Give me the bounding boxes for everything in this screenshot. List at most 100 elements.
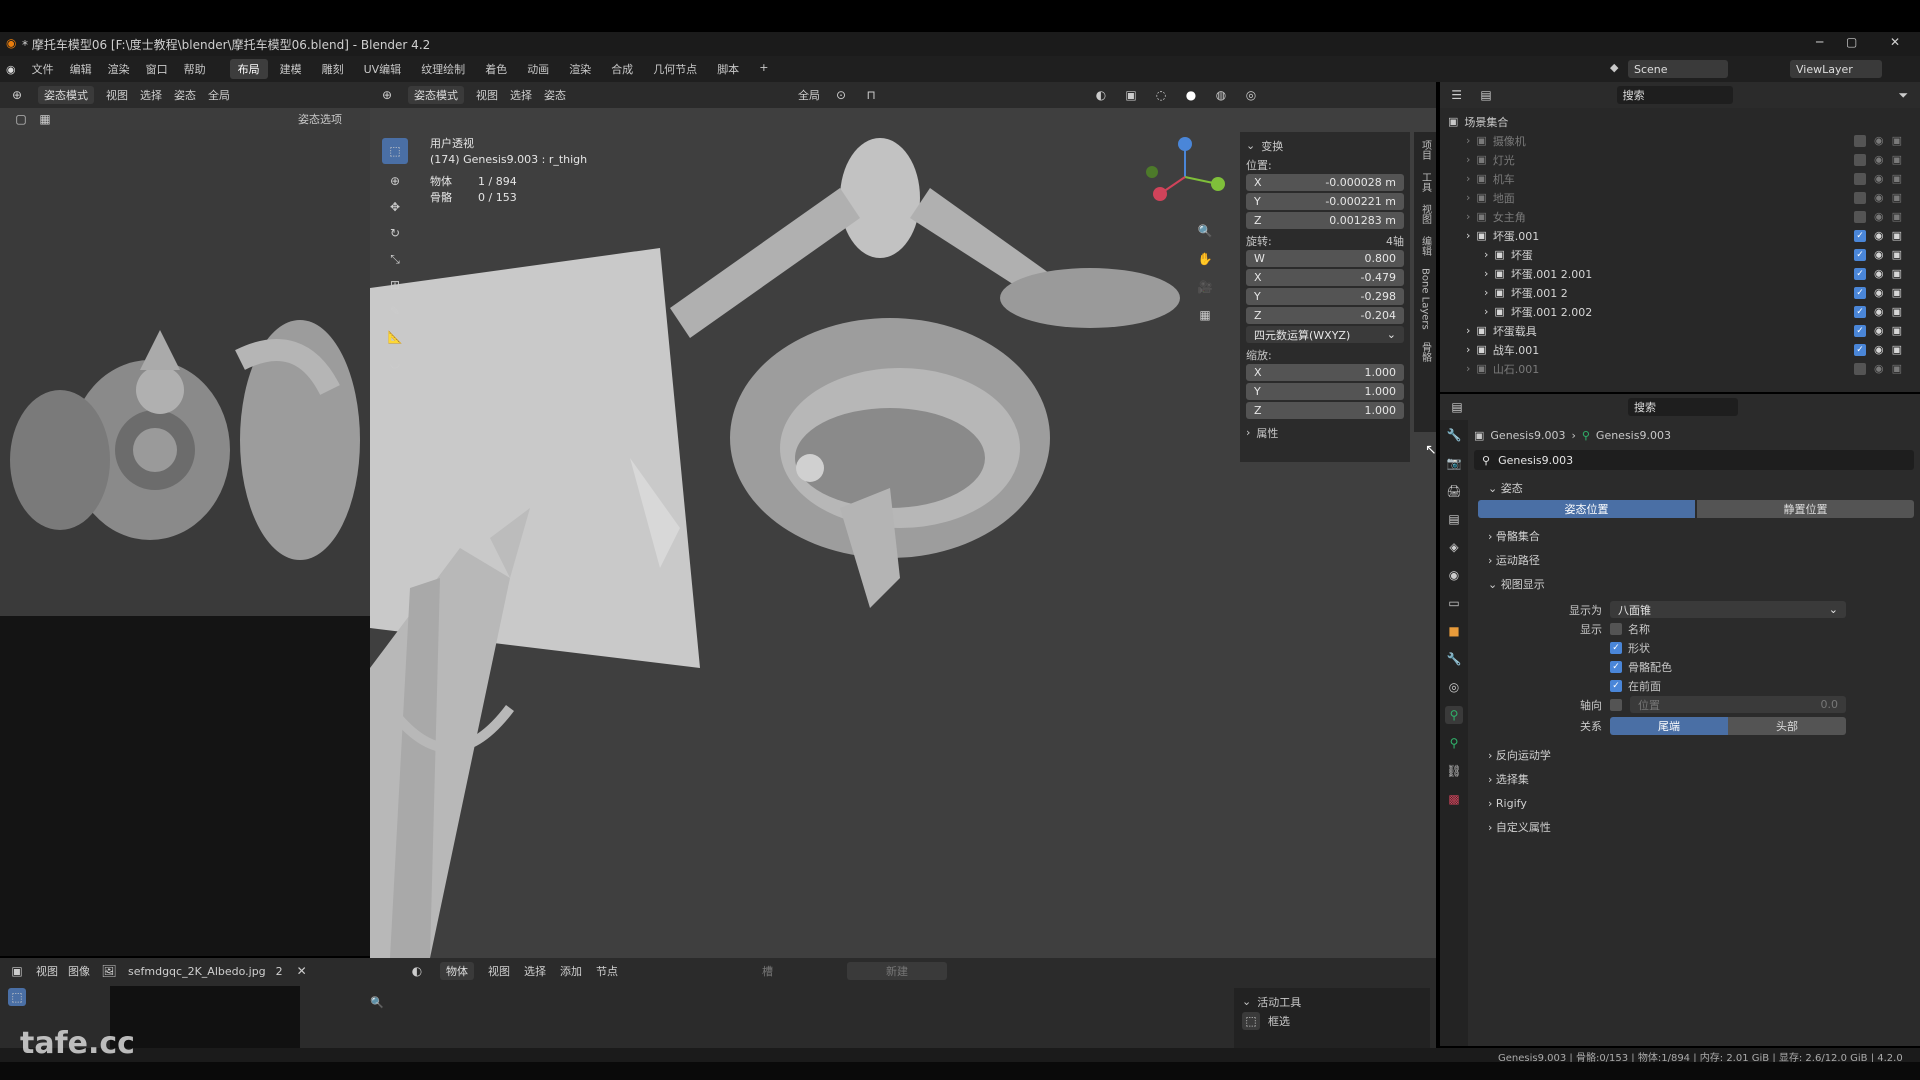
armature-tab-icon[interactable]: ⚲ <box>1445 706 1463 724</box>
custom-properties-section[interactable]: › 自定义属性 <box>1474 815 1914 839</box>
tool-tab-icon[interactable]: 🔧 <box>1445 426 1463 444</box>
image-zoom-icon[interactable]: 🔍 <box>370 996 384 1009</box>
menu-edit[interactable]: 编辑 <box>70 61 92 77</box>
transform-section-title[interactable]: 变换 <box>1261 138 1283 154</box>
pose-position-button[interactable]: 姿态位置 <box>1478 500 1695 518</box>
shading-material-icon[interactable]: ◍ <box>1212 86 1230 104</box>
expand-arrow-icon[interactable]: › <box>1484 286 1488 299</box>
shading-rendered-icon[interactable]: ◎ <box>1242 86 1260 104</box>
display-option-checkbox[interactable]: ✓ <box>1610 679 1622 692</box>
xray-icon[interactable]: ▣ <box>1122 86 1140 104</box>
eye-icon[interactable]: ◉ <box>1874 172 1884 185</box>
bone-collections-section[interactable]: › 骨骼集合 <box>1474 524 1914 548</box>
camera-render-icon[interactable]: ▣ <box>1892 248 1902 261</box>
eye-icon[interactable]: ◉ <box>1874 153 1884 166</box>
exclude-checkbox[interactable] <box>1853 362 1866 375</box>
exclude-checkbox[interactable]: ✓ <box>1853 286 1866 299</box>
exclude-checkbox[interactable] <box>1853 172 1866 185</box>
expand-arrow-icon[interactable]: › <box>1466 191 1470 204</box>
camera-render-icon[interactable]: ▣ <box>1892 153 1902 166</box>
expand-arrow-icon[interactable]: › <box>1484 267 1488 280</box>
texture-tab-icon[interactable]: ▩ <box>1445 790 1463 808</box>
outliner-row[interactable]: › ▣ 山石.001 ◉ ▣ <box>1448 359 1912 378</box>
workspace-tab-uv[interactable]: UV编辑 <box>356 59 410 79</box>
eye-icon[interactable]: ◉ <box>1874 267 1884 280</box>
outliner-row-label[interactable]: 坏蛋.001 2.002 <box>1511 304 1592 320</box>
expand-arrow-icon[interactable]: › <box>1466 210 1470 223</box>
location-x-field[interactable]: X -0.000028 m <box>1246 174 1404 191</box>
node-menu-view[interactable]: 视图 <box>488 963 510 979</box>
left-3d-viewport[interactable]: ⊕ 姿态模式 视图 选择 姿态 全局 ▢ ▦ 姿态选项 <box>0 82 370 616</box>
outliner-row[interactable]: › ▣ 摄像机 ◉ ▣ <box>1448 131 1912 150</box>
sidebar-tab-bone[interactable]: 骨骼 <box>1418 342 1433 362</box>
expand-arrow-icon[interactable]: › <box>1466 229 1470 242</box>
exclude-checkbox[interactable] <box>1853 134 1866 147</box>
chevron-right-icon[interactable]: › <box>1246 426 1250 439</box>
sidebar-tab-item[interactable]: 项目 <box>1418 140 1433 160</box>
image-filename[interactable]: sefmdgqc_2K_Albedo.jpg <box>128 965 266 978</box>
exclude-checkbox[interactable] <box>1853 210 1866 223</box>
eye-icon[interactable]: ◉ <box>1874 324 1884 337</box>
eye-icon[interactable]: ◉ <box>1874 362 1884 375</box>
scene-selector[interactable]: Scene <box>1628 60 1728 78</box>
snap-icon[interactable]: ⊓ <box>862 86 880 104</box>
outliner-row-label[interactable]: 坏蛋载具 <box>1493 323 1537 339</box>
menu-help[interactable]: 帮助 <box>184 61 206 77</box>
camera-render-icon[interactable]: ▣ <box>1892 172 1902 185</box>
exclude-checkbox[interactable] <box>1853 191 1866 204</box>
blender-menu-icon[interactable]: ◉ <box>6 63 16 76</box>
axes-position-field[interactable]: 位置 0.0 <box>1630 696 1846 713</box>
overlay-icon[interactable]: ◐ <box>1092 86 1110 104</box>
expand-arrow-icon[interactable]: › <box>1484 305 1488 318</box>
navigation-gizmo[interactable] <box>1140 132 1230 222</box>
image-close-icon[interactable]: ✕ <box>293 962 311 980</box>
workspace-tab-shading[interactable]: 着色 <box>477 59 515 79</box>
selection-sets-section[interactable]: › 选择集 <box>1474 767 1914 791</box>
view-layer-tab-icon[interactable]: ▤ <box>1445 510 1463 528</box>
eye-icon[interactable]: ◉ <box>1874 210 1884 223</box>
sidebar-tab-bone-layers[interactable]: Bone Layers <box>1420 268 1431 330</box>
exclude-checkbox[interactable]: ✓ <box>1853 343 1866 356</box>
camera-render-icon[interactable]: ▣ <box>1892 191 1902 204</box>
bone-constraint-tab-icon[interactable]: ⛓ <box>1445 762 1463 780</box>
rotation-mode-dropdown[interactable]: 四元数运算(WXYZ) ⌄ <box>1246 326 1404 343</box>
camera-render-icon[interactable]: ▣ <box>1892 286 1902 299</box>
rotation-x-field[interactable]: X -0.479 <box>1246 269 1404 286</box>
workspace-tab-rendering[interactable]: 渲染 <box>561 59 599 79</box>
expand-arrow-icon[interactable]: › <box>1466 343 1470 356</box>
sidebar-tab-view[interactable]: 视图 <box>1418 204 1433 224</box>
workspace-tab-layout[interactable]: 布局 <box>229 59 268 79</box>
measure-tool-icon[interactable]: 📐 <box>386 328 404 346</box>
left-menu-view[interactable]: 视图 <box>106 87 128 103</box>
image-browse-icon[interactable]: 🖼 <box>100 962 118 980</box>
outliner-row[interactable]: › ▣ 坏蛋.001 2 ✓ ◉ ▣ <box>1448 283 1912 302</box>
pan-hand-icon[interactable]: ✋ <box>1196 250 1214 268</box>
maximize-icon[interactable]: ▢ <box>1846 35 1857 49</box>
display-option-checkbox[interactable] <box>1610 622 1622 635</box>
close-icon[interactable]: ✕ <box>1890 35 1900 49</box>
expand-arrow-icon[interactable]: › <box>1466 172 1470 185</box>
outliner-row[interactable]: › ▣ 地面 ◉ ▣ <box>1448 188 1912 207</box>
box-select-icon[interactable]: ⬚ <box>1242 1011 1260 1030</box>
armature-datablock-field[interactable]: ⚲ Genesis9.003 <box>1474 450 1914 470</box>
shading-solid-icon[interactable]: ● <box>1182 86 1200 104</box>
main-menu-select[interactable]: 选择 <box>510 87 532 103</box>
node-menu-node[interactable]: 节点 <box>596 963 618 979</box>
rotation-z-field[interactable]: Z -0.204 <box>1246 307 1404 324</box>
camera-render-icon[interactable]: ▣ <box>1892 324 1902 337</box>
outliner-row[interactable]: › ▣ 战车.001 ✓ ◉ ▣ <box>1448 340 1912 359</box>
outliner-editor-icon[interactable]: ☰ <box>1448 86 1465 104</box>
camera-render-icon[interactable]: ▣ <box>1892 229 1902 242</box>
eye-icon[interactable]: ◉ <box>1874 305 1884 318</box>
render-tab-icon[interactable]: 📷 <box>1445 454 1463 472</box>
add-workspace-icon[interactable]: + <box>751 59 776 79</box>
workspace-tab-modeling[interactable]: 建模 <box>272 59 310 79</box>
left-mode-dropdown[interactable]: 姿态模式 <box>38 86 94 104</box>
select-mode-icon[interactable]: ▦ <box>36 110 54 128</box>
select-tool-icon[interactable]: ▢ <box>12 110 30 128</box>
camera-render-icon[interactable]: ▣ <box>1892 305 1902 318</box>
node-object-dropdown[interactable]: 物体 <box>440 962 474 980</box>
image-select-tool-icon[interactable]: ⬚ <box>8 988 26 1006</box>
exclude-checkbox[interactable]: ✓ <box>1853 248 1866 261</box>
inverse-kinematics-section[interactable]: › 反向运动学 <box>1474 743 1914 767</box>
